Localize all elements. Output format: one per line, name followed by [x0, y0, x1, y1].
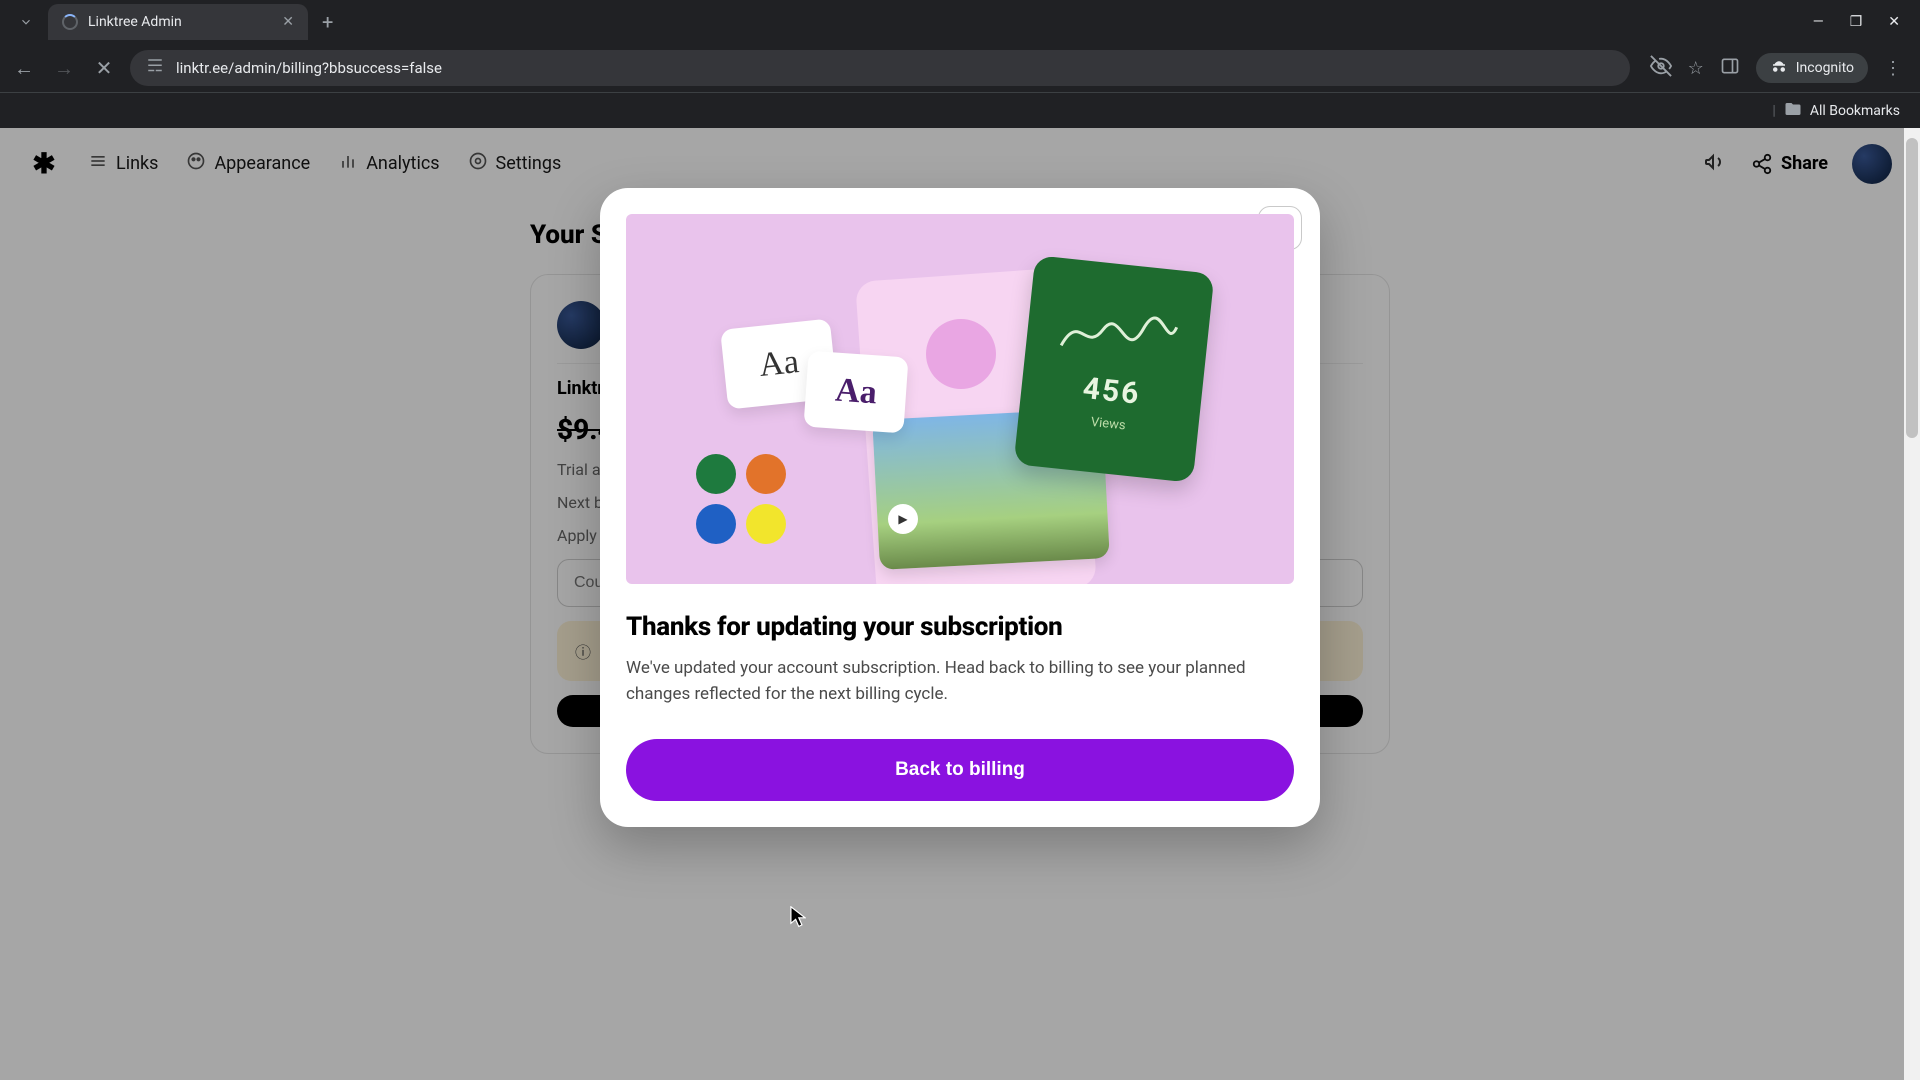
minimize-icon[interactable]: — [1813, 14, 1824, 30]
close-window-icon[interactable]: ✕ [1888, 14, 1900, 30]
scrollbar[interactable] [1904, 128, 1920, 1080]
new-tab-button[interactable]: + [312, 10, 343, 34]
stats-label: Views [1090, 415, 1126, 434]
close-tab-icon[interactable]: ✕ [282, 14, 294, 30]
modal-hero-illustration: ▶ Aa Aa 456 Views [626, 214, 1294, 584]
subscription-updated-modal: ✕ ▶ Aa Aa 456 Views Thanks for updating … [600, 188, 1320, 827]
panel-icon[interactable] [1720, 56, 1740, 81]
incognito-label: Incognito [1796, 60, 1854, 76]
back-to-billing-button[interactable]: Back to billing [626, 739, 1294, 801]
eye-off-icon[interactable] [1650, 55, 1672, 82]
scrollbar-thumb[interactable] [1906, 138, 1918, 438]
star-icon[interactable]: ☆ [1688, 58, 1704, 79]
forward-button[interactable]: → [50, 56, 78, 81]
browser-chrome: Linktree Admin ✕ + — ❐ ✕ ← → ✕ linktr.ee… [0, 0, 1920, 128]
window-controls: — ❐ ✕ [1813, 14, 1920, 30]
site-settings-icon[interactable] [146, 57, 164, 79]
modal-body-text: We've updated your account subscription.… [626, 656, 1294, 707]
browser-tab[interactable]: Linktree Admin ✕ [48, 4, 308, 40]
back-button[interactable]: ← [10, 56, 38, 81]
color-swatches [696, 454, 786, 544]
stats-value: 456 [1081, 371, 1142, 412]
address-bar-row: ← → ✕ linktr.ee/admin/billing?bbsuccess=… [0, 44, 1920, 92]
tab-title: Linktree Admin [88, 14, 182, 30]
loading-spinner-icon [62, 14, 78, 30]
sparkline-icon [1055, 300, 1181, 372]
overflow-menu-icon[interactable]: ⋮ [1884, 58, 1902, 79]
url-text: linktr.ee/admin/billing?bbsuccess=false [176, 59, 442, 77]
incognito-indicator[interactable]: Incognito [1756, 53, 1868, 83]
tab-search-button[interactable] [8, 4, 44, 40]
stats-card: 456 Views [1014, 255, 1215, 483]
modal-overlay[interactable]: ✕ ▶ Aa Aa 456 Views Thanks for updating … [0, 128, 1920, 1080]
bookmarks-bar: | All Bookmarks [0, 92, 1920, 128]
folder-icon [1784, 100, 1802, 122]
font-sample-card-bold: Aa [803, 351, 908, 434]
url-bar[interactable]: linktr.ee/admin/billing?bbsuccess=false [130, 50, 1630, 86]
modal-heading: Thanks for updating your subscription [626, 612, 1294, 642]
maximize-icon[interactable]: ❐ [1850, 14, 1863, 30]
all-bookmarks-button[interactable]: All Bookmarks [1810, 103, 1900, 119]
play-icon: ▶ [888, 504, 918, 534]
tab-strip: Linktree Admin ✕ + — ❐ ✕ [0, 0, 1920, 44]
stop-reload-button[interactable]: ✕ [90, 56, 118, 80]
